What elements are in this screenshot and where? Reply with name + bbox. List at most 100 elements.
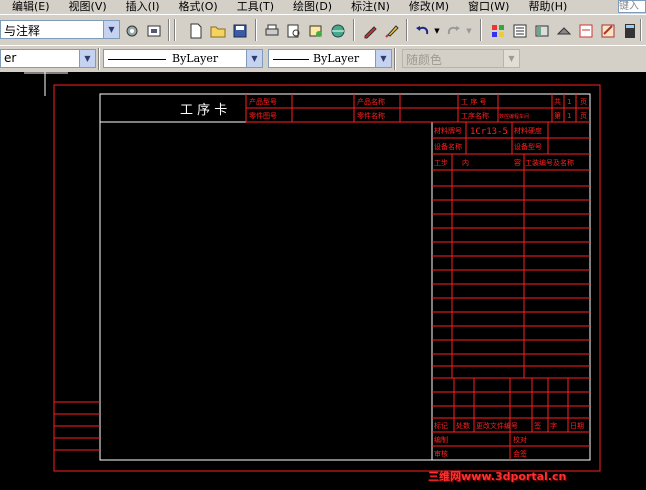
undo-icon bbox=[416, 26, 429, 35]
text-style-manager-button[interactable] bbox=[122, 21, 142, 41]
palette-icon bbox=[492, 25, 504, 37]
card-title: 工 序 卡 bbox=[180, 103, 227, 118]
publish-button[interactable] bbox=[306, 21, 326, 41]
review-label: 审核 bbox=[434, 449, 448, 458]
undo-button[interactable] bbox=[412, 21, 432, 41]
text-style-value: 与注释 bbox=[4, 24, 41, 38]
pan-button[interactable] bbox=[488, 21, 508, 41]
menu-dimension[interactable]: 标注(N) bbox=[339, 0, 397, 14]
chevron-down-icon: ▼ bbox=[103, 21, 119, 38]
properties-button[interactable] bbox=[510, 21, 530, 41]
menu-view[interactable]: 视图(V) bbox=[57, 0, 114, 14]
printer-icon bbox=[265, 24, 279, 36]
undo-dropdown[interactable]: ▼ bbox=[432, 21, 442, 41]
menu-insert[interactable]: 插入(I) bbox=[114, 0, 167, 14]
color-combo[interactable]: ByLayer ▼ bbox=[103, 49, 263, 68]
sheet-label: 第 bbox=[554, 111, 561, 120]
redo-button[interactable] bbox=[444, 21, 464, 41]
menu-format[interactable]: 格式(O) bbox=[166, 0, 224, 14]
mark-label: 标记 bbox=[434, 421, 448, 430]
markup-icon bbox=[601, 24, 615, 38]
step-table-grid bbox=[432, 154, 590, 378]
part-drawing-no-label: 零件图号 bbox=[249, 111, 277, 120]
save-icon bbox=[233, 24, 247, 38]
menu-help[interactable]: 帮助(H) bbox=[516, 0, 574, 14]
globe-icon bbox=[331, 24, 345, 38]
checked-label: 校对 bbox=[513, 435, 527, 444]
content-column-label: 内 bbox=[462, 158, 469, 167]
standard-toolbar: 与注释 ▼ ▼ ▼ bbox=[0, 14, 646, 46]
toolbar-separator bbox=[353, 19, 355, 41]
menu-edit[interactable]: 编辑(E) bbox=[0, 0, 57, 14]
sheet-set-icon bbox=[579, 24, 593, 38]
menu-window[interactable]: 窗口(W) bbox=[456, 0, 516, 14]
step-column-label: 工步 bbox=[434, 159, 448, 167]
3d-dwf-button[interactable] bbox=[328, 21, 348, 41]
menu-tools[interactable]: 工具(T) bbox=[225, 0, 281, 14]
total-value: 1 bbox=[567, 98, 571, 106]
chevron-down-icon: ▼ bbox=[79, 50, 95, 67]
toolbar-separator bbox=[394, 48, 396, 70]
watermark: 三维网www.3dportal.cn bbox=[428, 470, 567, 483]
sign-label: 签 bbox=[534, 421, 541, 430]
new-button[interactable] bbox=[186, 21, 206, 41]
match-properties-button[interactable] bbox=[382, 21, 402, 41]
part-name-label: 零件名称 bbox=[357, 111, 385, 120]
help-search-input[interactable]: 键入 bbox=[618, 0, 646, 13]
design-center-icon bbox=[535, 25, 549, 37]
sheet-set-button[interactable] bbox=[576, 21, 596, 41]
text-style-combo[interactable]: 与注释 ▼ bbox=[0, 20, 120, 39]
revision-grid bbox=[432, 377, 590, 460]
count-label: 处数 bbox=[456, 421, 470, 430]
sheet-value: 1 bbox=[567, 112, 571, 120]
material-grade-label: 材料牌号 bbox=[434, 126, 462, 135]
date-label: 日期 bbox=[570, 422, 584, 430]
chevron-down-icon: ▼ bbox=[466, 27, 472, 35]
gear-icon bbox=[126, 25, 138, 37]
tool-column-label: 工装编号及名称 bbox=[525, 158, 574, 167]
chevron-down-icon: ▼ bbox=[434, 27, 440, 35]
linetype-combo[interactable]: ByLayer ▼ bbox=[268, 49, 392, 68]
layer-combo[interactable]: er ▼ bbox=[0, 49, 96, 68]
color-line-sample bbox=[108, 59, 166, 60]
preview-icon bbox=[287, 24, 300, 38]
chevron-down-icon: ▼ bbox=[503, 50, 519, 67]
toolbar-separator bbox=[255, 19, 257, 41]
toolbar-separator bbox=[640, 19, 642, 41]
drawing-canvas[interactable]: 工 序 卡 产品型号 零件图号 产品名称 零件名称 工 序 号 工序名称 数控编… bbox=[0, 72, 646, 490]
content-column-label-2: 容 bbox=[514, 158, 521, 167]
process-card-drawing: 工 序 卡 产品型号 零件图号 产品名称 零件名称 工 序 号 工序名称 数控编… bbox=[24, 72, 601, 472]
change-doc-label: 更改文件编号 bbox=[476, 421, 518, 430]
process-no-label: 工 序 号 bbox=[461, 97, 486, 106]
properties-toolbar: er ▼ ByLayer ▼ ByLayer ▼ 随颜色 ▼ bbox=[0, 45, 646, 73]
open-button[interactable] bbox=[208, 21, 228, 41]
linetype-value: ByLayer bbox=[313, 52, 360, 65]
equipment-model-label: 设备型号 bbox=[514, 142, 542, 151]
plot-preview-button[interactable] bbox=[284, 21, 304, 41]
design-center-button[interactable] bbox=[532, 21, 552, 41]
save-button[interactable] bbox=[230, 21, 250, 41]
plot-button[interactable] bbox=[262, 21, 282, 41]
redo-dropdown[interactable]: ▼ bbox=[464, 21, 474, 41]
linetype-line-sample bbox=[273, 59, 309, 60]
markup-button[interactable] bbox=[598, 21, 618, 41]
brush-icon bbox=[385, 25, 399, 38]
menu-bar: 编辑(E) 视图(V) 插入(I) 格式(O) 工具(T) 绘图(D) 标注(N… bbox=[0, 0, 646, 14]
plot-style-combo[interactable]: 随颜色 ▼ bbox=[402, 49, 520, 68]
dimension-style-button[interactable] bbox=[144, 21, 164, 41]
total-label: 共 bbox=[554, 97, 561, 106]
product-name-label: 产品名称 bbox=[357, 97, 385, 106]
sheet-page-label: 页 bbox=[580, 112, 587, 120]
product-model-label: 产品型号 bbox=[249, 97, 277, 106]
menu-modify[interactable]: 修改(M) bbox=[397, 0, 456, 14]
calculator-button[interactable] bbox=[620, 21, 640, 41]
properties-icon bbox=[513, 24, 527, 38]
material-hardness-label: 材料硬度 bbox=[514, 126, 542, 135]
cut-button[interactable] bbox=[360, 21, 380, 41]
toolbar-separator bbox=[480, 19, 482, 41]
toolbar-separator bbox=[406, 19, 408, 41]
menu-draw[interactable]: 绘图(D) bbox=[281, 0, 339, 14]
material-value: 1Cr13-5 bbox=[470, 127, 508, 137]
tool-palettes-button[interactable] bbox=[554, 21, 574, 41]
process-name-label: 工序名称 bbox=[461, 111, 489, 120]
